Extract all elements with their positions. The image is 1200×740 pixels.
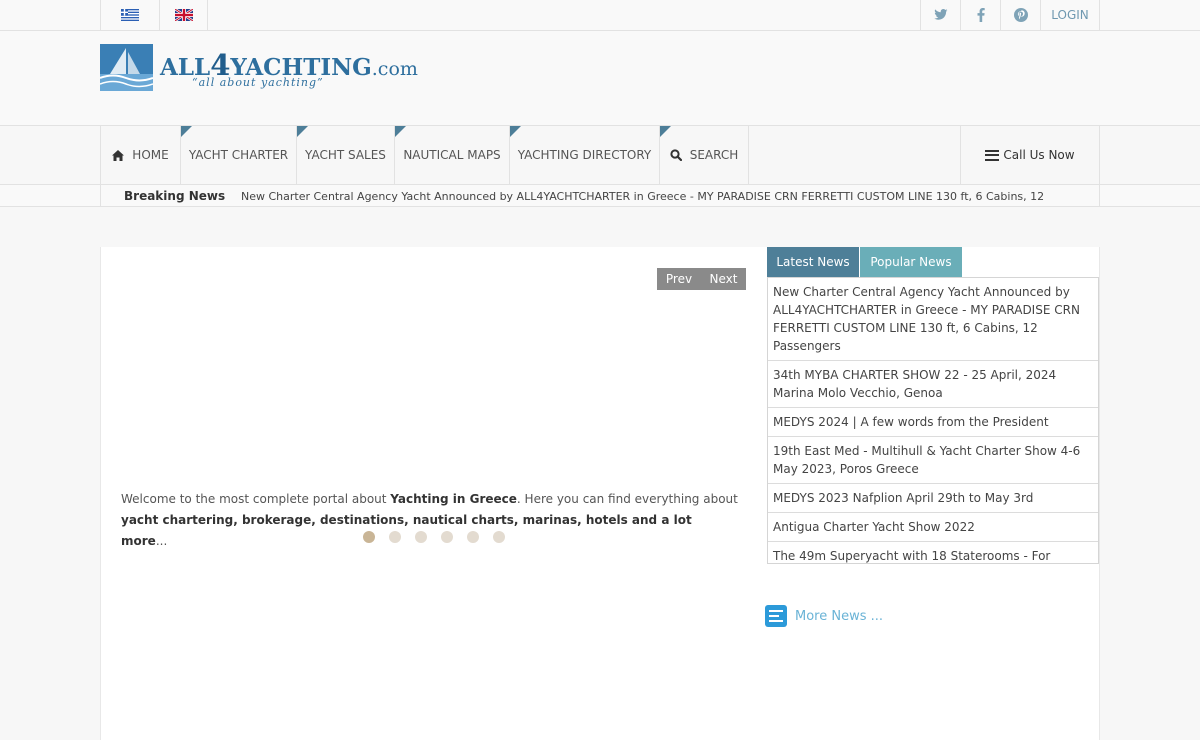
news-tabs: Latest News Popular News (767, 247, 962, 277)
facebook-icon (977, 8, 985, 22)
slider-pagination (363, 531, 519, 543)
welcome-text-ellipsis: ... (155, 534, 168, 548)
nav-search[interactable]: SEARCH (660, 126, 749, 184)
more-news-link[interactable]: More News ... (765, 605, 883, 627)
slider-controls: Prev Next (657, 268, 746, 290)
greek-flag-icon (121, 9, 139, 21)
call-us-label: Call Us Now (1003, 148, 1075, 162)
more-news-label: More News ... (795, 608, 884, 624)
slider-next-button[interactable]: Next (701, 268, 746, 290)
nav-home-label: HOME (132, 148, 169, 162)
site-logo[interactable]: ALL4YACHTING.com “all about yachting” (100, 44, 418, 94)
site-header: ALL4YACHTING.com “all about yachting” (0, 31, 1200, 126)
news-list[interactable]: New Charter Central Agency Yacht Announc… (767, 277, 1099, 564)
news-list-item[interactable]: New Charter Central Agency Yacht Announc… (768, 278, 1098, 361)
news-list-item[interactable]: 34th MYBA CHARTER SHOW 22 - 25 April, 20… (768, 361, 1098, 408)
welcome-text-highlight: Yachting in Greece (390, 492, 517, 506)
nav-corner-marker (395, 126, 406, 137)
twitter-icon (933, 9, 947, 20)
slider-dot[interactable] (493, 531, 505, 543)
language-greek[interactable] (100, 0, 159, 30)
facebook-link[interactable] (960, 0, 1000, 30)
slider-dot[interactable] (467, 531, 479, 543)
nav-corner-marker (660, 126, 671, 137)
nav-nautical-maps-label: NAUTICAL MAPS (403, 148, 501, 162)
slider-dot[interactable] (441, 531, 453, 543)
news-list-item[interactable]: MEDYS 2024 | A few words from the Presid… (768, 408, 1098, 437)
nav-yachting-directory[interactable]: YACHTING DIRECTORY (510, 126, 660, 184)
main-navigation: HOME YACHT CHARTER YACHT SALES NAUTICAL … (100, 126, 1100, 184)
tab-popular-news[interactable]: Popular News (860, 247, 962, 277)
twitter-link[interactable] (920, 0, 960, 30)
nav-yachting-directory-label: YACHTING DIRECTORY (517, 148, 652, 162)
call-us-button[interactable]: Call Us Now (960, 126, 1099, 184)
home-icon (112, 149, 125, 161)
nav-yacht-sales-label: YACHT SALES (305, 148, 386, 162)
pinterest-link[interactable] (1000, 0, 1040, 30)
breaking-news-bar: Breaking News New Charter Central Agency… (0, 184, 1200, 207)
nav-search-label: SEARCH (689, 148, 739, 162)
slider-dot[interactable] (363, 531, 375, 543)
welcome-text-part: Welcome to the most complete portal abou… (121, 492, 391, 506)
logo-tagline: “all about yachting” (192, 76, 324, 89)
breaking-news-label: Breaking News (124, 189, 226, 203)
nav-home[interactable]: HOME (101, 126, 181, 184)
search-icon (670, 149, 682, 161)
news-list-item[interactable]: MEDYS 2023 Nafplion April 29th to May 3r… (768, 484, 1098, 513)
main-content: Prev Next Welcome to the most complete p… (100, 247, 1100, 740)
login-link[interactable]: LOGIN (1040, 0, 1100, 30)
news-list-item[interactable]: 19th East Med - Multihull & Yacht Charte… (768, 437, 1098, 484)
welcome-text-part: . Here you can find everything about (516, 492, 738, 506)
tab-latest-news[interactable]: Latest News (767, 247, 859, 277)
nav-nautical-maps[interactable]: NAUTICAL MAPS (395, 126, 510, 184)
news-list-item[interactable]: The 49m Superyacht with 18 Staterooms - … (768, 542, 1098, 563)
breaking-news-ticker[interactable]: New Charter Central Agency Yacht Announc… (241, 190, 1044, 203)
slider-dot[interactable] (389, 531, 401, 543)
top-bar: LOGIN (0, 0, 1200, 31)
news-list-item[interactable]: Antigua Charter Yacht Show 2022 (768, 513, 1098, 542)
nav-yacht-sales[interactable]: YACHT SALES (297, 126, 395, 184)
newspaper-icon (765, 605, 787, 627)
nav-yacht-charter[interactable]: YACHT CHARTER (181, 126, 297, 184)
nav-yacht-charter-label: YACHT CHARTER (188, 148, 289, 162)
slider-prev-button[interactable]: Prev (657, 268, 701, 290)
sailboat-logo-icon (100, 44, 153, 91)
language-switcher (100, 0, 208, 30)
slider-dot[interactable] (415, 531, 427, 543)
pinterest-icon (1013, 8, 1028, 22)
menu-icon (985, 149, 1000, 161)
nav-corner-marker (510, 126, 521, 137)
logo-text-dotcom: .com (371, 58, 418, 80)
language-english[interactable] (159, 0, 208, 30)
social-links: LOGIN (920, 0, 1100, 30)
uk-flag-icon (174, 9, 193, 21)
nav-corner-marker (297, 126, 308, 137)
nav-corner-marker (181, 126, 192, 137)
